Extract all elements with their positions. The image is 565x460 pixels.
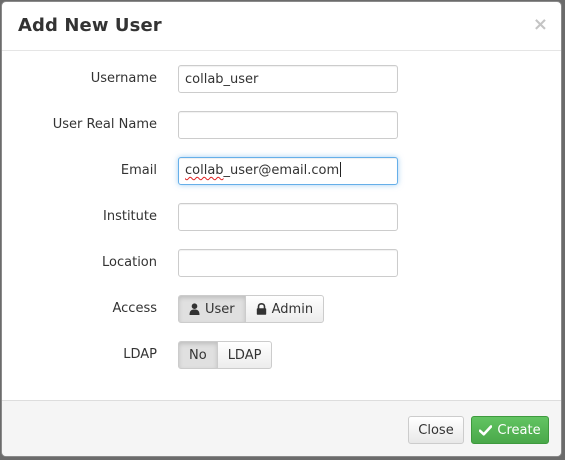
access-user-button[interactable]: User [178,295,246,323]
dialog-title: Add New User [18,15,162,36]
access-row: Access User Admin [2,295,561,323]
email-label: Email [120,163,157,178]
access-admin-label: Admin [271,301,314,317]
real-name-label: User Real Name [52,117,157,132]
email-row: Email collab_user@email.com [2,157,561,185]
add-user-dialog: Add New User × Username User Real Name E… [1,1,562,457]
dialog-footer: Close Create [2,400,561,456]
create-button[interactable]: Create [471,416,549,444]
username-input[interactable] [178,65,398,93]
access-user-label: User [205,301,235,317]
email-rest-part: _user@email.com [223,163,340,178]
institute-label: Institute [103,209,157,224]
ldap-yes-label: LDAP [227,347,262,363]
email-input[interactable]: collab_user@email.com [178,157,398,185]
create-button-label: Create [497,422,541,438]
ldap-no-label: No [189,347,207,363]
access-label: Access [112,301,157,316]
ldap-yes-button[interactable]: LDAP [216,341,273,369]
dialog-header: Add New User × [2,2,561,51]
text-caret [340,162,342,177]
location-input[interactable] [178,249,398,277]
dialog-body: Username User Real Name Email collab_use… [2,51,561,400]
real-name-row: User Real Name [2,111,561,139]
checkmark-icon [479,424,493,436]
email-misspelled-part: collab [185,163,224,178]
ldap-no-button[interactable]: No [178,341,218,369]
close-button[interactable]: Close [408,416,464,444]
institute-row: Institute [2,203,561,231]
access-toggle-group: User Admin [178,295,325,323]
lock-icon [256,303,266,315]
location-label: Location [102,255,157,270]
ldap-toggle-group: No LDAP [178,341,273,369]
close-button-label: Close [418,422,454,438]
institute-input[interactable] [178,203,398,231]
ldap-label: LDAP [123,347,157,362]
access-admin-button[interactable]: Admin [244,295,325,323]
real-name-input[interactable] [178,111,398,139]
user-icon [189,303,200,315]
ldap-row: LDAP No LDAP [2,341,561,369]
username-row: Username [2,65,561,93]
username-label: Username [90,71,157,86]
location-row: Location [2,249,561,277]
close-icon[interactable]: × [533,15,548,35]
